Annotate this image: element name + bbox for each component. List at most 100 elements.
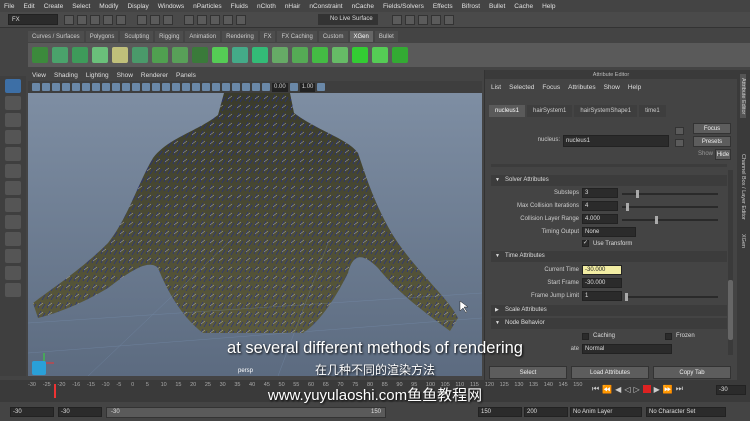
xgen-cut-icon[interactable] — [172, 47, 188, 63]
snap-curve-icon[interactable] — [197, 15, 207, 25]
max-collision-slider[interactable] — [622, 203, 718, 211]
xgen-brush-icon[interactable] — [132, 47, 148, 63]
xgen-width-icon[interactable] — [292, 47, 308, 63]
xgen-comb-icon[interactable] — [112, 47, 128, 63]
depth-of-field-icon[interactable] — [242, 83, 250, 91]
playback-end-field[interactable]: 150 — [478, 407, 522, 417]
xgen-editor-icon[interactable] — [32, 47, 48, 63]
frame-jump-field[interactable]: 1 — [582, 291, 622, 301]
menu-select[interactable]: Select — [72, 3, 90, 10]
move-tool-icon[interactable] — [5, 130, 21, 144]
grid-icon[interactable] — [72, 83, 80, 91]
select-component-icon[interactable] — [163, 15, 173, 25]
menu-bullet[interactable]: Bullet — [489, 3, 505, 10]
snap-view-icon[interactable] — [223, 15, 233, 25]
menu-fieldssolvers[interactable]: Fields/Solvers — [383, 3, 424, 10]
redo-icon[interactable] — [116, 15, 126, 25]
shelf-tab-rigging[interactable]: Rigging — [155, 30, 184, 42]
render-view-icon[interactable] — [392, 15, 402, 25]
viewport-menu-renderer[interactable]: Renderer — [141, 72, 168, 79]
substeps-field[interactable]: 3 — [582, 188, 618, 198]
substeps-slider[interactable] — [622, 190, 718, 198]
perspective-viewport[interactable]: persp — [28, 93, 482, 376]
wireframe-icon[interactable] — [142, 83, 150, 91]
node-name-field[interactable]: nucleus1 — [563, 135, 669, 147]
gamma-icon[interactable] — [289, 83, 298, 91]
xgen-smooth-icon[interactable] — [192, 47, 208, 63]
last-tool-icon[interactable] — [5, 181, 21, 195]
textured-icon[interactable] — [182, 83, 190, 91]
select-hierarchy-icon[interactable] — [137, 15, 147, 25]
xray-icon[interactable] — [172, 83, 180, 91]
anim-layer-select[interactable]: No Anim Layer — [570, 407, 642, 417]
anim-end-field[interactable]: 200 — [524, 407, 568, 417]
xgen-density-icon[interactable] — [252, 47, 268, 63]
resolution-gate-icon[interactable] — [92, 83, 100, 91]
film-gate-icon[interactable] — [82, 83, 90, 91]
camera-select-icon[interactable] — [32, 83, 40, 91]
frame-jump-slider[interactable] — [625, 293, 718, 301]
ipr-render-icon[interactable] — [418, 15, 428, 25]
viewport-menu-panels[interactable]: Panels — [176, 72, 196, 79]
layout-single-icon[interactable] — [5, 198, 21, 212]
safe-action-icon[interactable] — [122, 83, 130, 91]
rotate-tool-icon[interactable] — [5, 147, 21, 161]
menu-ncache[interactable]: nCache — [352, 3, 374, 10]
xgen-length-icon[interactable] — [272, 47, 288, 63]
xgen-grow-icon[interactable] — [312, 47, 328, 63]
start-frame-field[interactable]: -30.000 — [582, 278, 622, 288]
attr-tab-hairsystem1[interactable]: hairSystem1 — [527, 104, 573, 117]
menu-nparticles[interactable]: nParticles — [193, 3, 222, 10]
shelf-tab-fxcaching[interactable]: FX Caching — [277, 30, 317, 42]
snap-surface-icon[interactable] — [236, 15, 246, 25]
scale-attributes-section[interactable]: Scale Attributes — [491, 305, 727, 316]
xgen-primitive-icon[interactable] — [52, 47, 68, 63]
menu-ncloth[interactable]: nCloth — [257, 3, 276, 10]
shelf-tab-curvessurfaces[interactable]: Curves / Surfaces — [28, 30, 84, 42]
current-time-field[interactable]: -30.000 — [582, 265, 622, 275]
node-behavior-section[interactable]: Node Behavior — [491, 318, 727, 329]
input-connection-icon[interactable] — [675, 127, 684, 135]
playback-start-field[interactable]: -30 — [58, 407, 102, 417]
smooth-shade-icon[interactable] — [152, 83, 160, 91]
solver-attributes-section[interactable]: Solver Attributes — [491, 175, 727, 186]
layout-graph-icon[interactable] — [5, 283, 21, 297]
wireframe-on-shaded-icon[interactable] — [162, 83, 170, 91]
range-bar[interactable]: -30 150 — [106, 407, 386, 418]
viewport-menu-shading[interactable]: Shading — [54, 72, 78, 79]
viewport-menu-view[interactable]: View — [32, 72, 46, 79]
use-lights-icon[interactable] — [192, 83, 200, 91]
snap-point-icon[interactable] — [210, 15, 220, 25]
xgen-groom-icon[interactable] — [92, 47, 108, 63]
render-settings-icon[interactable] — [431, 15, 441, 25]
shelf-tab-xgen[interactable]: XGen — [349, 30, 373, 42]
menu-fluids[interactable]: Fluids — [231, 3, 248, 10]
attr-menu-focus[interactable]: Focus — [542, 84, 560, 91]
timing-output-select[interactable]: None — [582, 227, 636, 237]
time-attributes-section[interactable]: Time Attributes — [491, 251, 727, 262]
anti-alias-icon[interactable] — [232, 83, 240, 91]
menu-create[interactable]: Create — [44, 3, 64, 10]
image-plane-icon[interactable] — [62, 83, 70, 91]
select-tool-icon[interactable] — [5, 79, 21, 93]
field-chart-icon[interactable] — [112, 83, 120, 91]
menu-modify[interactable]: Modify — [99, 3, 118, 10]
camera-attr-icon[interactable] — [42, 83, 50, 91]
motion-blur-icon[interactable] — [222, 83, 230, 91]
attr-scrollbar[interactable] — [728, 170, 733, 355]
shelf-tab-fx[interactable]: FX — [259, 30, 276, 42]
attr-tab-hairsystemshape1[interactable]: hairSystemShape1 — [574, 104, 638, 117]
new-scene-icon[interactable] — [64, 15, 74, 25]
layout-stack-icon[interactable] — [5, 249, 21, 263]
xgen-select-icon[interactable] — [352, 47, 368, 63]
xgen-export-icon[interactable] — [392, 47, 408, 63]
undo-icon[interactable] — [103, 15, 113, 25]
color-management-icon[interactable] — [317, 83, 326, 91]
lasso-tool-icon[interactable] — [5, 96, 21, 110]
open-scene-icon[interactable] — [77, 15, 87, 25]
menu-display[interactable]: Display — [127, 3, 148, 10]
side-tab-channel-box[interactable]: Channel Box / Layer Editor — [740, 150, 746, 224]
output-connection-icon[interactable] — [675, 139, 684, 147]
shelf-tab-custom[interactable]: Custom — [318, 30, 348, 42]
menu-bifrost[interactable]: Bifrost — [462, 3, 480, 10]
